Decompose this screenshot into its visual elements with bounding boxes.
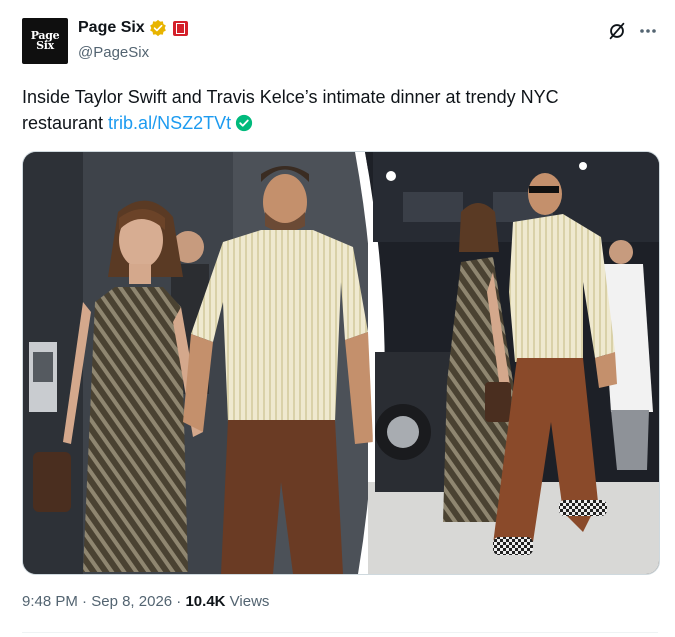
check-icon — [235, 114, 253, 132]
media-photo-left — [23, 152, 373, 574]
grok-icon[interactable] — [606, 20, 628, 42]
views-label: Views — [225, 593, 270, 610]
tweet-text: Inside Taylor Swift and Travis Kelce’s i… — [22, 84, 642, 136]
meta-separator: · — [77, 593, 92, 610]
verified-badge-icon[interactable] — [149, 19, 167, 37]
tweet-media[interactable] — [22, 151, 660, 575]
more-icon[interactable] — [638, 20, 658, 42]
tweet-body: Inside Taylor Swift and Travis Kelce’s i… — [22, 87, 559, 133]
author-handle[interactable]: @PageSix — [78, 44, 149, 61]
tweet-date[interactable]: Sep 8, 2026 — [91, 593, 172, 610]
affiliate-badge-icon[interactable] — [172, 20, 188, 36]
author-name-row: Page Six — [78, 19, 188, 37]
media-photo-collage — [23, 152, 659, 574]
tweet-time[interactable]: 9:48 PM — [22, 593, 78, 610]
divider — [22, 632, 658, 633]
views-count: 10.4K — [185, 593, 226, 610]
meta-separator: · — [172, 593, 186, 610]
media-photo-right — [365, 152, 659, 574]
avatar[interactable]: Page Six — [22, 18, 68, 64]
tweet-meta: 9:48 PM · Sep 8, 2026 · 10.4K Views — [22, 593, 269, 610]
avatar-text-line2: Six — [36, 39, 54, 52]
author-display-name[interactable]: Page Six — [78, 19, 145, 37]
tweet-link[interactable]: trib.al/NSZ2TVt — [108, 113, 231, 133]
